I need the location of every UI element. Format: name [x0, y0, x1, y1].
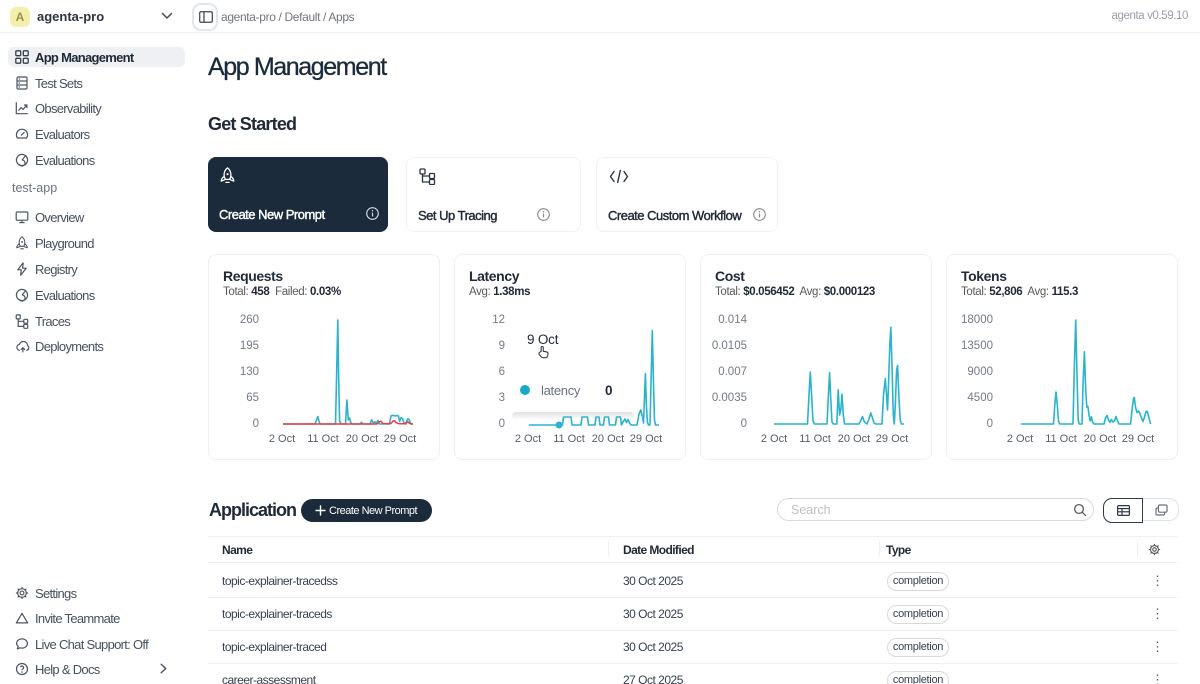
svg-text:9: 9	[499, 340, 505, 352]
svg-text:20 Oct: 20 Oct	[1084, 433, 1116, 445]
svg-text:0.0105: 0.0105	[712, 340, 747, 352]
svg-text:11 Oct: 11 Oct	[799, 433, 831, 445]
svg-text:11 Oct: 11 Oct	[1045, 433, 1077, 445]
svg-text:65: 65	[246, 392, 259, 404]
svg-text:13500: 13500	[961, 340, 993, 352]
svg-text:20 Oct: 20 Oct	[346, 433, 378, 445]
svg-text:29 Oct: 29 Oct	[1122, 433, 1154, 445]
svg-text:29 Oct: 29 Oct	[876, 433, 908, 445]
svg-text:2 Oct: 2 Oct	[269, 433, 295, 445]
svg-text:2 Oct: 2 Oct	[761, 433, 787, 445]
svg-text:0: 0	[987, 418, 993, 430]
svg-text:11 Oct: 11 Oct	[307, 433, 339, 445]
svg-text:0.007: 0.007	[718, 366, 747, 378]
svg-text:0: 0	[253, 418, 259, 430]
svg-text:20 Oct: 20 Oct	[838, 433, 870, 445]
svg-text:11 Oct: 11 Oct	[553, 433, 585, 445]
svg-text:9000: 9000	[967, 366, 993, 378]
svg-text:260: 260	[240, 314, 259, 326]
svg-text:0.0035: 0.0035	[712, 392, 747, 404]
svg-text:18000: 18000	[961, 314, 993, 326]
svg-text:29 Oct: 29 Oct	[384, 433, 416, 445]
svg-text:29 Oct: 29 Oct	[630, 433, 662, 445]
svg-text:0.014: 0.014	[718, 314, 747, 326]
svg-text:2 Oct: 2 Oct	[515, 433, 541, 445]
svg-text:4500: 4500	[967, 392, 993, 404]
svg-text:6: 6	[499, 366, 505, 378]
svg-text:130: 130	[240, 366, 259, 378]
svg-text:2 Oct: 2 Oct	[1007, 433, 1033, 445]
svg-text:0: 0	[499, 418, 505, 430]
svg-text:20 Oct: 20 Oct	[592, 433, 624, 445]
svg-text:3: 3	[499, 392, 505, 404]
svg-text:12: 12	[492, 314, 505, 326]
svg-text:195: 195	[240, 340, 259, 352]
svg-text:0: 0	[741, 418, 747, 430]
